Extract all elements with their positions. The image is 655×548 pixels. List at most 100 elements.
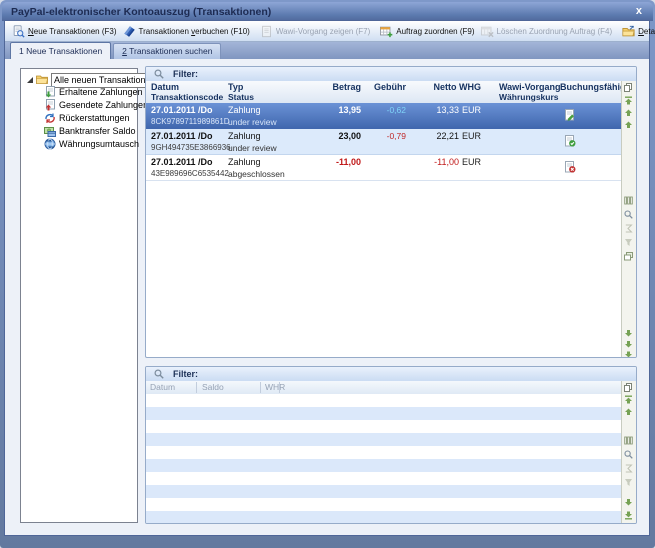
filter-icon-disabled [624,238,633,247]
new-transactions-icon [12,25,25,38]
toolbar-button-auftrag-zuordnen[interactable]: Auftrag zuordnen (F9) [377,24,477,39]
filter-label: Filter: [173,369,198,379]
search-icon[interactable] [624,450,633,459]
details-icon [622,25,635,38]
folder-icon [36,73,48,85]
bookable-ok-icon [564,135,576,147]
cell-gebuehr: -0,62 [364,105,406,115]
tree-item-banktransfer-saldo[interactable]: Banktransfer Saldo [21,125,137,138]
copy-icon[interactable] [624,252,633,261]
bookable-edit-icon [564,109,576,121]
toolbar-button-label: Neue Transaktionen (F3) [28,27,117,36]
assign-order-icon [380,25,393,38]
cell-netto-whg: 13,33EUR [412,105,481,115]
cell-netto-whg: 22,21EUR [412,131,481,141]
title-bar: PayPal-elektronischer Kontoauszug (Trans… [2,2,653,21]
cell-gebuehr: -0,79 [364,131,406,141]
cell-status: under review [228,143,277,153]
toolbar-button-label: Auftrag zuordnen (F9) [396,27,474,36]
tab-transaktionen-suchen[interactable]: 2 Transaktionen suchen [113,43,221,59]
filter-icon-disabled [624,478,633,487]
filter-label: Filter: [173,69,198,79]
empty-row [146,472,622,485]
tree-item-erhaltene-zahlungen[interactable]: Erhaltene Zahlungen [21,86,137,99]
cell-transaktionscode: 43E989696C6535442 [151,169,229,178]
select-records-icon[interactable] [624,83,633,92]
transaction-row[interactable]: 27.01.2011 /Do 43E989696C6535442 Zahlung… [146,155,622,181]
empty-row [146,459,622,472]
cell-betrag: 23,00 [276,131,361,141]
tree-item-rueckerstattungen[interactable]: Rückerstattungen [21,112,137,125]
toolbar-button-label: Transaktionen verbuchen (F10) [139,27,250,36]
app-window: PayPal-elektronischer Kontoauszug (Trans… [0,0,655,548]
toolbar: Neue Transaktionen (F3) Transaktionen ve… [5,21,649,42]
transactions-rows: 27.01.2011 /Do 8CK9789711989861D Zahlung… [146,103,622,181]
row-up-icon[interactable] [624,120,633,129]
grid-nav-strip [621,81,636,357]
column-header-saldo[interactable]: Saldo [202,382,224,392]
cell-datum: 27.01.2011 /Do [151,131,213,141]
cell-typ: Zahlung [228,105,261,115]
tab-neue-transaktionen[interactable]: 1 Neue Transaktionen [10,42,111,59]
tree-expand-icon[interactable] [27,77,33,83]
sum-icon-disabled [624,464,633,473]
show-wawi-icon [260,25,273,38]
empty-row [146,446,622,459]
cell-status: abgeschlossen [228,169,285,179]
column-separator[interactable] [196,382,197,393]
cell-transaktionscode: 9GH494735E3866936 [151,143,231,152]
column-separator[interactable] [260,382,261,393]
transactions-filter-bar[interactable]: Filter: [146,67,636,82]
tree-root-alle-neuen-transaktionen[interactable]: Alle neuen Transaktionen [21,73,137,86]
saldo-filter-bar[interactable]: Filter: [146,367,636,382]
row-down-icon[interactable] [624,498,633,507]
filter-magnifier-icon [154,69,164,79]
column-header-whr[interactable]: WHR [265,382,285,392]
go-last-icon[interactable] [624,351,633,358]
row-up-icon[interactable] [624,407,633,416]
go-first-icon[interactable] [624,395,633,404]
empty-row [146,498,622,511]
post-transactions-icon [123,25,136,38]
cell-netto-whg: -11,00EUR [412,157,481,167]
empty-row [146,485,622,498]
go-last-icon[interactable] [624,511,633,520]
toolbar-button-details[interactable]: Details [619,24,655,39]
saldo-rows-empty [146,394,622,524]
saldo-grid-panel: Filter: Datum Saldo WHR [145,366,637,524]
toolbar-button-label: Wawi-Vorgang zeigen (F7) [276,27,370,36]
toolbar-button-transaktionen-verbuchen[interactable]: Transaktionen verbuchen (F10) [120,24,253,39]
column-header-datum[interactable]: Datum [150,382,175,392]
saldo-grid-header: Datum Saldo WHR [146,381,622,395]
transaction-row-selected[interactable]: 27.01.2011 /Do 8CK9789711989861D Zahlung… [146,103,622,129]
close-button[interactable]: x [636,5,642,17]
transactions-grid-header: Datum Transaktionscode Typ Status Betrag… [146,81,622,104]
page-up-icon[interactable] [624,108,633,117]
toolbar-button-wawi-vorgang-zeigen: Wawi-Vorgang zeigen (F7) [257,24,373,39]
columns-icon[interactable] [624,196,633,205]
cell-betrag: -11,00 [276,157,361,167]
transaction-row[interactable]: 27.01.2011 /Do 9GH494735E3866936 Zahlung… [146,129,622,155]
select-records-icon[interactable] [624,383,633,392]
column-separator[interactable] [279,382,280,393]
tree-item-waehrungsumtausch[interactable]: Währungsumtausch [21,138,137,151]
row-down-icon[interactable] [624,329,633,338]
transaction-tree: Alle neuen Transaktionen Erhaltene Zahlu… [20,68,138,523]
filter-magnifier-icon [154,369,164,379]
go-first-icon[interactable] [624,96,633,105]
columns-icon[interactable] [624,436,633,445]
tree-item-gesendete-zahlungen[interactable]: Gesendete Zahlungen [21,99,137,112]
toolbar-button-neue-transaktionen[interactable]: Neue Transaktionen (F3) [9,24,120,39]
search-icon[interactable] [624,210,633,219]
toolbar-button-label: Details [638,27,655,36]
cell-datum: 27.01.2011 /Do [151,157,213,167]
bookable-no-icon [564,161,576,173]
transactions-grid-panel: Filter: Datum Transaktionscode Typ Statu… [145,66,637,358]
grid-nav-strip [621,381,636,523]
page-down-icon[interactable] [624,340,633,349]
sum-icon-disabled [624,224,633,233]
empty-row [146,511,622,524]
currency-exchange-icon [44,138,56,150]
toolbar-button-loeschen-zuordnung: Löschen Zuordnung Auftrag (F4) [478,24,616,39]
delete-assignment-icon [481,25,494,38]
